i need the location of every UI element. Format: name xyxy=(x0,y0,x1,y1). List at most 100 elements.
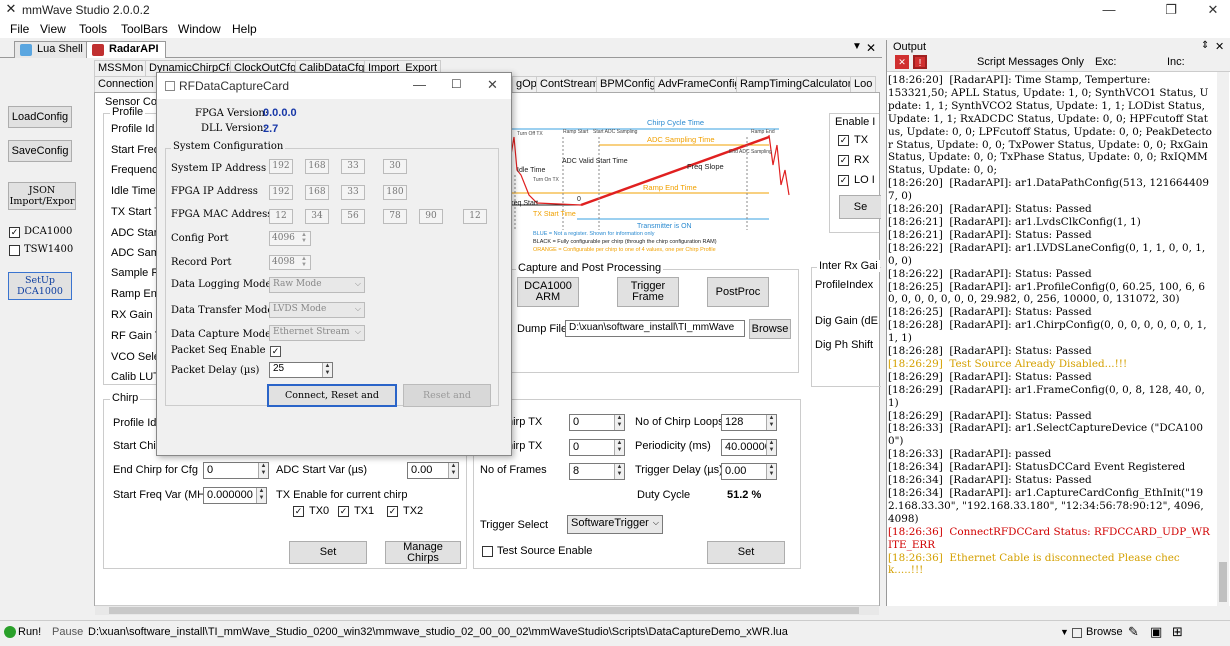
output-pin-icon[interactable]: ⇕ xyxy=(1201,40,1209,51)
pane-close-icon[interactable]: ✕ xyxy=(866,41,876,55)
output-close-icon[interactable]: ✕ xyxy=(1215,40,1224,53)
fpga-ip-octet-1[interactable]: 192 xyxy=(269,185,293,200)
pane-dropdown-icon[interactable]: ▼ xyxy=(852,41,862,52)
connect-reset-button[interactable]: Connect, Reset and xyxy=(267,384,397,407)
trigger-frame-button[interactable]: Trigger Frame xyxy=(617,277,679,307)
enable-rx-checkbox[interactable]: ✓ xyxy=(838,155,849,166)
mac-byte-5[interactable]: 90 xyxy=(419,209,443,224)
menu-view[interactable]: View xyxy=(40,22,66,36)
tab-cont-stream[interactable]: ContStream xyxy=(536,76,603,92)
tab-ramp-timing-calculator[interactable]: RampTimingCalculator xyxy=(736,76,856,92)
start-freq-var-input[interactable]: 0.000000 ▲ ▼ xyxy=(203,487,267,504)
fpga-ip-octet-3[interactable]: 33 xyxy=(341,185,365,200)
minimize-icon[interactable]: — xyxy=(1092,0,1126,20)
frame-set-button[interactable]: Set xyxy=(707,541,785,564)
tab-bpm-config[interactable]: BPMConfig xyxy=(596,76,660,92)
transfer-mode-select[interactable]: LVDS Mode ⌵ xyxy=(269,302,365,318)
mac-byte-4[interactable]: 78 xyxy=(383,209,407,224)
browse-script-button[interactable]: Browse xyxy=(1086,626,1123,638)
adc-start-var-input[interactable]: 0.00 ▲ ▼ xyxy=(407,462,459,479)
manage-chirps-button[interactable]: Manage Chirps xyxy=(385,541,461,564)
trigger-select-dropdown[interactable]: SoftwareTrigger ⌵ xyxy=(567,515,663,534)
enable-tx-checkbox[interactable]: ✓ xyxy=(838,135,849,146)
tsw1400-checkbox[interactable] xyxy=(9,245,20,256)
frame-chirp-tx1-spinner-icon[interactable]: ▲ ▼ xyxy=(614,415,624,430)
tab-connection[interactable]: Connection xyxy=(94,76,158,92)
dialog-maximize-icon[interactable]: ☐ xyxy=(451,77,462,91)
enable-lo-checkbox[interactable]: ✓ xyxy=(838,175,849,186)
tab-mssmon[interactable]: MSSMon xyxy=(94,60,148,76)
record-port-spinner-icon[interactable]: ▲ ▼ xyxy=(301,256,307,268)
start-freq-var-spinner-icon[interactable]: ▲ ▼ xyxy=(256,488,266,503)
run-button[interactable]: Run! xyxy=(18,626,41,638)
reset-button[interactable]: Reset and xyxy=(403,384,491,407)
tab-radar-api[interactable]: RadarAPI xyxy=(86,41,166,58)
save-icon[interactable]: ▣ xyxy=(1150,624,1162,640)
system-ip-octet-3[interactable]: 33 xyxy=(341,159,365,174)
postproc-button[interactable]: PostProc xyxy=(707,277,769,307)
system-ip-octet-1[interactable]: 192 xyxy=(269,159,293,174)
menu-tools[interactable]: Tools xyxy=(79,22,107,36)
chirp-set-button[interactable]: Set xyxy=(289,541,367,564)
restore-icon[interactable]: ❐ xyxy=(1154,0,1188,20)
menu-file[interactable]: File xyxy=(10,22,29,36)
test-source-checkbox[interactable] xyxy=(482,546,493,557)
config-port-spinner-icon[interactable]: ▲ ▼ xyxy=(301,232,307,244)
trigger-delay-spinner-icon[interactable]: ▲ ▼ xyxy=(766,464,776,479)
edit-icon[interactable]: ✎ xyxy=(1128,624,1139,640)
dialog-close-icon[interactable]: ✕ xyxy=(487,77,498,93)
run-icon[interactable] xyxy=(4,626,16,638)
dump-file-select[interactable]: D:\xuan\software_install\TI_mmWave xyxy=(565,320,745,337)
mac-byte-6[interactable]: 12 xyxy=(463,209,487,224)
mac-byte-1[interactable]: 12 xyxy=(269,209,293,224)
mac-byte-3[interactable]: 56 xyxy=(341,209,365,224)
grid-icon[interactable]: ⊞ xyxy=(1172,624,1183,640)
horizontal-scrollbar[interactable] xyxy=(95,605,879,615)
close-icon[interactable]: ✕ xyxy=(1196,0,1230,20)
fpga-ip-octet-2[interactable]: 168 xyxy=(305,185,329,200)
logging-mode-select[interactable]: Raw Mode ⌵ xyxy=(269,277,365,293)
dump-browse-button[interactable]: Browse xyxy=(749,319,791,339)
frame-chirp-tx1-input[interactable]: 0 ▲ ▼ xyxy=(569,414,625,431)
dca1000-checkbox[interactable]: ✓ xyxy=(9,227,20,238)
load-config-button[interactable]: LoadConfig xyxy=(8,106,72,128)
fpga-ip-octet-4[interactable]: 180 xyxy=(383,185,407,200)
system-ip-octet-4[interactable]: 30 xyxy=(383,159,407,174)
script-chevron-down-icon[interactable]: ▼ xyxy=(1060,627,1069,637)
setup-dca1000-button[interactable]: SetUp DCA1000 xyxy=(8,272,72,300)
browse-checkbox[interactable] xyxy=(1072,628,1082,638)
enable-set-button[interactable]: Se xyxy=(839,195,881,219)
horizontal-scrollbar-thumb[interactable] xyxy=(109,607,859,614)
chirp-loops-spinner-icon[interactable]: ▲ ▼ xyxy=(766,415,776,430)
packet-delay-spinner-icon[interactable]: ▲ ▼ xyxy=(322,363,332,377)
adc-start-var-spinner-icon[interactable]: ▲ ▼ xyxy=(448,463,458,478)
no-frames-spinner-icon[interactable]: ▲ ▼ xyxy=(614,464,624,479)
end-chirp-input[interactable]: 0 ▲ ▼ xyxy=(203,462,269,479)
periodicity-spinner-icon[interactable]: ▲ ▼ xyxy=(766,440,776,455)
output-scrollbar[interactable] xyxy=(1217,72,1229,606)
output-scrollbar-thumb[interactable] xyxy=(1219,562,1227,602)
clear-output-icon[interactable]: ✕ xyxy=(895,55,909,69)
mac-byte-2[interactable]: 34 xyxy=(305,209,329,224)
tab-lua-shell[interactable]: Lua Shell xyxy=(14,41,90,58)
packet-seq-checkbox[interactable]: ✓ xyxy=(270,346,281,357)
chirp-loops-input[interactable]: 128 ▲ ▼ xyxy=(721,414,777,431)
tx2-checkbox[interactable]: ✓ xyxy=(387,506,398,517)
stop-output-icon[interactable]: ! xyxy=(913,55,927,69)
menu-window[interactable]: Window xyxy=(178,22,221,36)
menu-help[interactable]: Help xyxy=(232,22,257,36)
frame-chirp-tx2-input[interactable]: 0 ▲ ▼ xyxy=(569,439,625,456)
dialog-minimize-icon[interactable]: — xyxy=(413,77,426,92)
capture-mode-select[interactable]: Ethernet Stream ⌵ xyxy=(269,325,365,341)
periodicity-input[interactable]: 40.000000 ▲ ▼ xyxy=(721,439,777,456)
tab-loo[interactable]: Loo xyxy=(850,76,877,92)
tx0-checkbox[interactable]: ✓ xyxy=(293,506,304,517)
tx1-checkbox[interactable]: ✓ xyxy=(338,506,349,517)
save-config-button[interactable]: SaveConfig xyxy=(8,140,72,162)
system-ip-octet-2[interactable]: 168 xyxy=(305,159,329,174)
dca1000-arm-button[interactable]: DCA1000 ARM xyxy=(517,277,579,307)
trigger-delay-input[interactable]: 0.00 ▲ ▼ xyxy=(721,463,777,480)
tab-adv-frame-config[interactable]: AdvFrameConfig xyxy=(654,76,745,92)
frame-chirp-tx2-spinner-icon[interactable]: ▲ ▼ xyxy=(614,440,624,455)
end-chirp-spinner-icon[interactable]: ▲ ▼ xyxy=(258,463,268,478)
